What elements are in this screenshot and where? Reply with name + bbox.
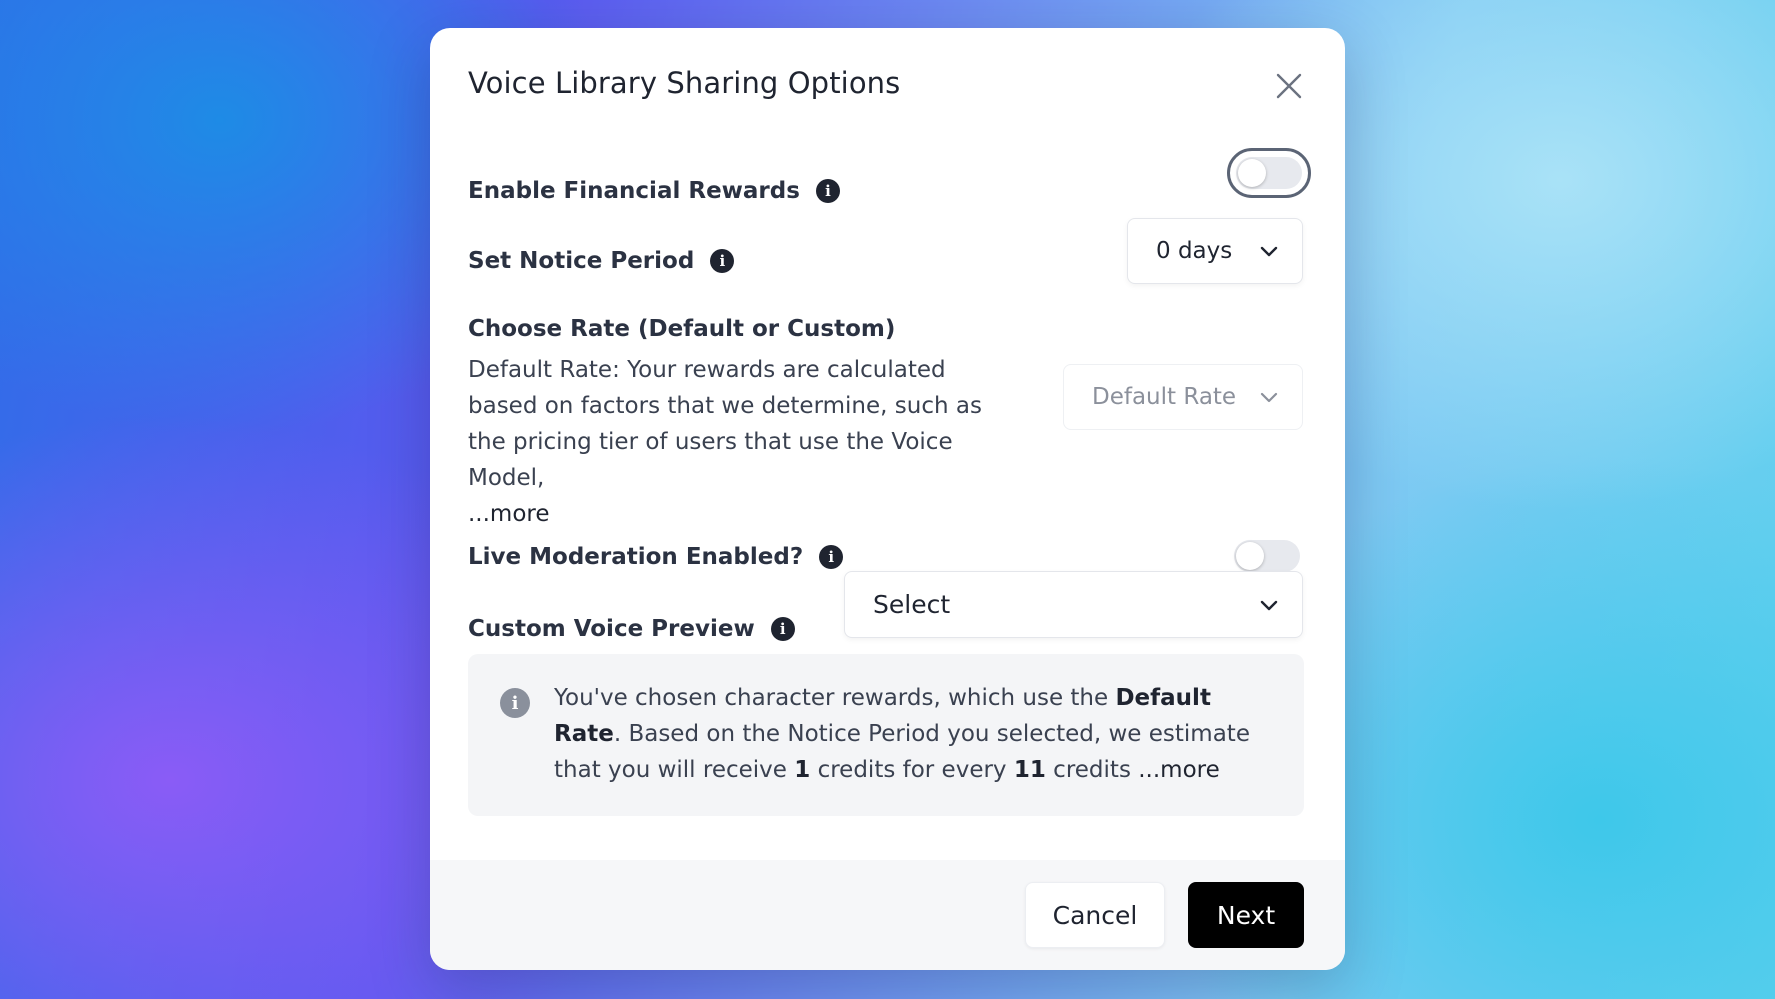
live-moderation-toggle[interactable] bbox=[1234, 540, 1300, 572]
info-icon[interactable]: i bbox=[770, 617, 795, 641]
live-moderation-row: Live Moderation Enabled? i bbox=[468, 544, 844, 570]
info-icon: i bbox=[500, 688, 530, 718]
close-button[interactable] bbox=[1273, 70, 1305, 102]
rate-value: Default Rate bbox=[1092, 384, 1237, 410]
toggle-knob bbox=[1238, 159, 1266, 187]
chevron-down-icon bbox=[1260, 600, 1278, 610]
financial-rewards-label: Enable Financial Rewards bbox=[468, 178, 800, 204]
rate-heading: Choose Rate (Default or Custom) bbox=[468, 316, 895, 342]
info-icon[interactable]: i bbox=[815, 179, 840, 203]
sharing-options-modal: Voice Library Sharing Options Enable Fin… bbox=[430, 28, 1345, 970]
custom-voice-preview-label: Custom Voice Preview bbox=[468, 616, 755, 642]
close-icon bbox=[1276, 73, 1302, 99]
toggle-knob bbox=[1236, 542, 1264, 570]
cancel-button[interactable]: Cancel bbox=[1025, 882, 1165, 948]
custom-voice-preview-value: Select bbox=[873, 590, 951, 619]
chevron-down-icon bbox=[1260, 392, 1278, 403]
modal-footer: Cancel Next bbox=[430, 860, 1345, 970]
rewards-info-text: You've chosen character rewards, which u… bbox=[554, 680, 1264, 788]
info-credits-received: 1 bbox=[794, 757, 811, 783]
rate-description: Default Rate: Your rewards are calculate… bbox=[468, 352, 1008, 532]
rate-dropdown[interactable]: Default Rate bbox=[1063, 364, 1303, 430]
modal-title: Voice Library Sharing Options bbox=[468, 66, 901, 100]
financial-rewards-row: Enable Financial Rewards i bbox=[468, 178, 840, 204]
notice-period-row: Set Notice Period i bbox=[468, 248, 735, 274]
info-text-part4: credits bbox=[1045, 757, 1139, 783]
financial-rewards-toggle[interactable] bbox=[1227, 148, 1311, 198]
chevron-down-icon bbox=[1260, 246, 1278, 257]
financial-rewards-toggle-track bbox=[1236, 157, 1302, 189]
info-text-part1: You've chosen character rewards, which u… bbox=[554, 685, 1116, 711]
custom-voice-preview-row: Custom Voice Preview i bbox=[468, 616, 795, 642]
next-button[interactable]: Next bbox=[1188, 882, 1304, 948]
info-icon[interactable]: i bbox=[819, 545, 844, 569]
live-moderation-label: Live Moderation Enabled? bbox=[468, 544, 804, 570]
rewards-info-box: i You've chosen character rewards, which… bbox=[468, 654, 1304, 816]
rate-more-link[interactable]: ...more bbox=[468, 501, 550, 527]
info-text-part3: credits for every bbox=[810, 757, 1014, 783]
rate-description-text: Default Rate: Your rewards are calculate… bbox=[468, 357, 982, 491]
custom-voice-preview-dropdown[interactable]: Select bbox=[844, 571, 1303, 638]
notice-period-value: 0 days bbox=[1156, 238, 1233, 264]
rate-label: Choose Rate (Default or Custom) bbox=[468, 316, 896, 342]
info-credits-spent: 11 bbox=[1013, 757, 1046, 783]
info-icon[interactable]: i bbox=[710, 249, 735, 273]
info-more-link[interactable]: ...more bbox=[1138, 757, 1220, 783]
notice-period-dropdown[interactable]: 0 days bbox=[1127, 218, 1303, 284]
notice-period-label: Set Notice Period bbox=[468, 248, 695, 274]
